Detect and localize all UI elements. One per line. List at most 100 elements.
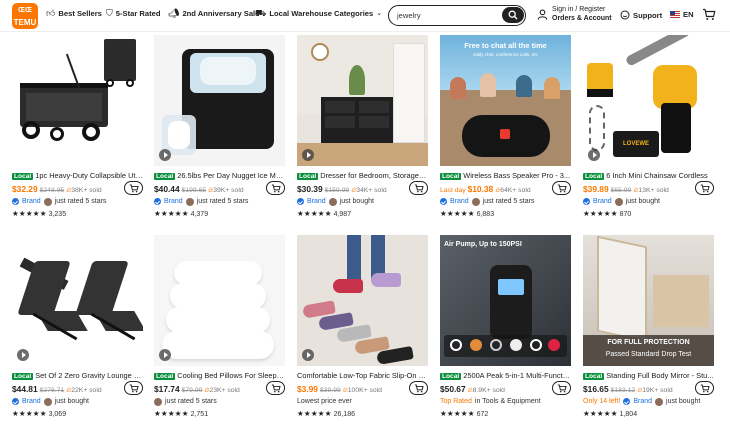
- nav-categories[interactable]: Categories ⌄: [334, 9, 382, 18]
- product-card[interactable]: Local Cooling Bed Pillows For Sleeping $1…: [154, 235, 285, 425]
- original-price: $79.99: [181, 387, 203, 394]
- cart-plus-icon: [557, 184, 567, 193]
- cart-button[interactable]: [702, 8, 716, 26]
- avatar: [614, 197, 623, 206]
- product-card[interactable]: LOVEWE Local 6 Inch Mini Chainsaw Cordles…: [583, 35, 714, 225]
- verified-brand-icon: [12, 198, 19, 205]
- product-card[interactable]: Comfortable Low-Top Fabric Slip-On Shoes…: [297, 235, 428, 425]
- cart-plus-icon: [129, 184, 139, 193]
- product-image-air-pump[interactable]: Air Pump, Up to 150PSI: [440, 235, 571, 366]
- product-image-ice-maker[interactable]: [154, 35, 285, 166]
- price-row: Last day $10.38 🔥︎64K+ sold: [440, 183, 548, 195]
- sold-count: 8.9K+ sold: [472, 387, 505, 394]
- video-play-icon[interactable]: [302, 349, 314, 361]
- price-row: $39.89 $65.99 🔥︎13K+ sold: [583, 183, 691, 195]
- product-card[interactable]: FOR FULL PROTECTION Passed Standard Drop…: [583, 235, 714, 425]
- product-title[interactable]: Local 6 Inch Mini Chainsaw Cordless: [583, 171, 714, 182]
- badge-row: Top Rated in Tools & Equipment: [440, 398, 541, 405]
- rating-row: ★★★★★ 6,883: [440, 208, 494, 219]
- speaker-headline-text: Free to chat all the time: [464, 41, 547, 50]
- nav-five-star-rated[interactable]: ⛉ 5-Star Rated: [106, 9, 161, 19]
- product-title[interactable]: Local1pc Heavy-Duty Collapsible Utility …: [12, 171, 143, 182]
- product-title[interactable]: Local Standing Full Body Mirror - Stu...: [583, 371, 714, 382]
- badge-row: Brand just bought: [297, 196, 428, 207]
- price-row: $3.99 $39.99 🔥︎100K+ sold: [297, 383, 405, 395]
- verified-brand-icon: [12, 398, 19, 405]
- product-title[interactable]: Local 2500A Peak 5-in-1 Multi-Function: [440, 371, 571, 382]
- product-image-chainsaw[interactable]: LOVEWE: [583, 35, 714, 166]
- product-card[interactable]: Free to chat all the time Daily chat, co…: [440, 35, 571, 225]
- add-to-cart-button[interactable]: [124, 381, 143, 395]
- avatar: [154, 397, 162, 406]
- add-to-cart-button[interactable]: [409, 181, 428, 195]
- product-price: $16.65: [583, 384, 609, 394]
- nav-best-sellers[interactable]: 👍︎ Best Sellers: [46, 9, 102, 19]
- product-card[interactable]: Air Pump, Up to 150PSI Local 2500A Peak 5…: [440, 235, 571, 425]
- original-price: $199.65: [181, 187, 207, 194]
- lowest-price-label: Lowest price ever: [297, 398, 352, 405]
- product-title[interactable]: Comfortable Low-Top Fabric Slip-On Shoes: [297, 371, 428, 381]
- user-icon: [537, 9, 548, 20]
- nav-local-warehouse[interactable]: ⛟ Local Warehouse: [255, 9, 332, 19]
- rating-row: ★★★★★ 2,751: [154, 408, 208, 419]
- product-image-pillows[interactable]: [154, 235, 285, 366]
- product-card[interactable]: Local 26.5lbs Per Day Nugget Ice Maker $4…: [154, 35, 285, 225]
- video-play-icon[interactable]: [588, 149, 600, 161]
- review-count: 4,379: [190, 211, 209, 218]
- original-price: $276.71: [39, 387, 65, 394]
- product-title[interactable]: LocalSet Of 2 Zero Gravity Lounge Chairs: [12, 371, 143, 382]
- product-title[interactable]: Local Wireless Bass Speaker Pro - 3...: [440, 171, 571, 182]
- rating-row: ★★★★★ 1,804: [583, 408, 637, 419]
- account-menu[interactable]: Sign in / Register Orders & Account: [537, 5, 612, 23]
- product-title[interactable]: LocalDresser for Bedroom, Storage Drawer…: [297, 171, 428, 182]
- add-to-cart-button[interactable]: [124, 181, 143, 195]
- add-to-cart-button[interactable]: [552, 381, 571, 395]
- star-rating: ★★★★★: [583, 209, 618, 218]
- price-row: $30.39 $159.99 🔥︎34K+ sold: [297, 183, 405, 195]
- star-rating: ★★★★★: [583, 409, 618, 418]
- badge-row: Brand just rated 5 stars: [154, 196, 285, 207]
- video-play-icon[interactable]: [159, 349, 171, 361]
- product-image-lounge-chairs[interactable]: [12, 235, 143, 366]
- temu-logo[interactable]: ŒŒ TEMU: [12, 3, 38, 29]
- avatar: [185, 197, 194, 206]
- add-to-cart-button[interactable]: [552, 181, 571, 195]
- product-image-wagon[interactable]: [12, 35, 143, 166]
- product-title[interactable]: Local 26.5lbs Per Day Nugget Ice Maker: [154, 171, 285, 182]
- product-card[interactable]: LocalSet Of 2 Zero Gravity Lounge Chairs…: [12, 235, 143, 425]
- search-button[interactable]: [502, 7, 524, 23]
- add-to-cart-button[interactable]: [409, 381, 428, 395]
- original-price: $248.95: [39, 187, 65, 194]
- add-to-cart-button[interactable]: [695, 381, 714, 395]
- badge-row: Only 14 left! Brand just bought: [583, 397, 701, 406]
- nav-anniversary-sale[interactable]: 📣︎ 2nd Anniversary Sale: [168, 9, 259, 19]
- product-image-mirror[interactable]: FOR FULL PROTECTION Passed Standard Drop…: [583, 235, 714, 366]
- price-row: $16.65 $183.12 🔥︎19K+ sold: [583, 383, 691, 395]
- product-image-speaker[interactable]: Free to chat all the time Daily chat, co…: [440, 35, 571, 166]
- product-title[interactable]: Local Cooling Bed Pillows For Sleeping: [154, 371, 285, 382]
- add-to-cart-button[interactable]: [695, 181, 714, 195]
- product-card[interactable]: Local1pc Heavy-Duty Collapsible Utility …: [12, 35, 143, 225]
- product-image-shoes[interactable]: [297, 235, 428, 366]
- sign-in-link: Sign in / Register: [552, 6, 606, 13]
- product-image-dresser[interactable]: [297, 35, 428, 166]
- badge-row: Brand just rated 5 stars: [12, 196, 143, 207]
- cart-plus-icon: [414, 384, 424, 393]
- rating-row: ★★★★★ 4,379: [154, 208, 208, 219]
- video-play-icon[interactable]: [17, 349, 29, 361]
- add-to-cart-button[interactable]: [266, 381, 285, 395]
- search-input[interactable]: [397, 10, 497, 21]
- stock-warning-label: Only 14 left!: [583, 398, 621, 405]
- support-link[interactable]: Support: [620, 10, 662, 20]
- avatar: [43, 397, 52, 406]
- cart-plus-icon: [700, 184, 710, 193]
- price-row: $44.81 $276.71 🔥︎22K+ sold: [12, 383, 120, 395]
- video-play-icon[interactable]: [159, 149, 171, 161]
- product-card[interactable]: LocalDresser for Bedroom, Storage Drawer…: [297, 35, 428, 225]
- rating-row: ★★★★★ 870: [583, 208, 631, 219]
- video-play-icon[interactable]: [302, 149, 314, 161]
- add-to-cart-button[interactable]: [266, 181, 285, 195]
- language-selector[interactable]: EN: [670, 10, 694, 19]
- verified-brand-icon: [440, 198, 447, 205]
- cart-plus-icon: [129, 384, 139, 393]
